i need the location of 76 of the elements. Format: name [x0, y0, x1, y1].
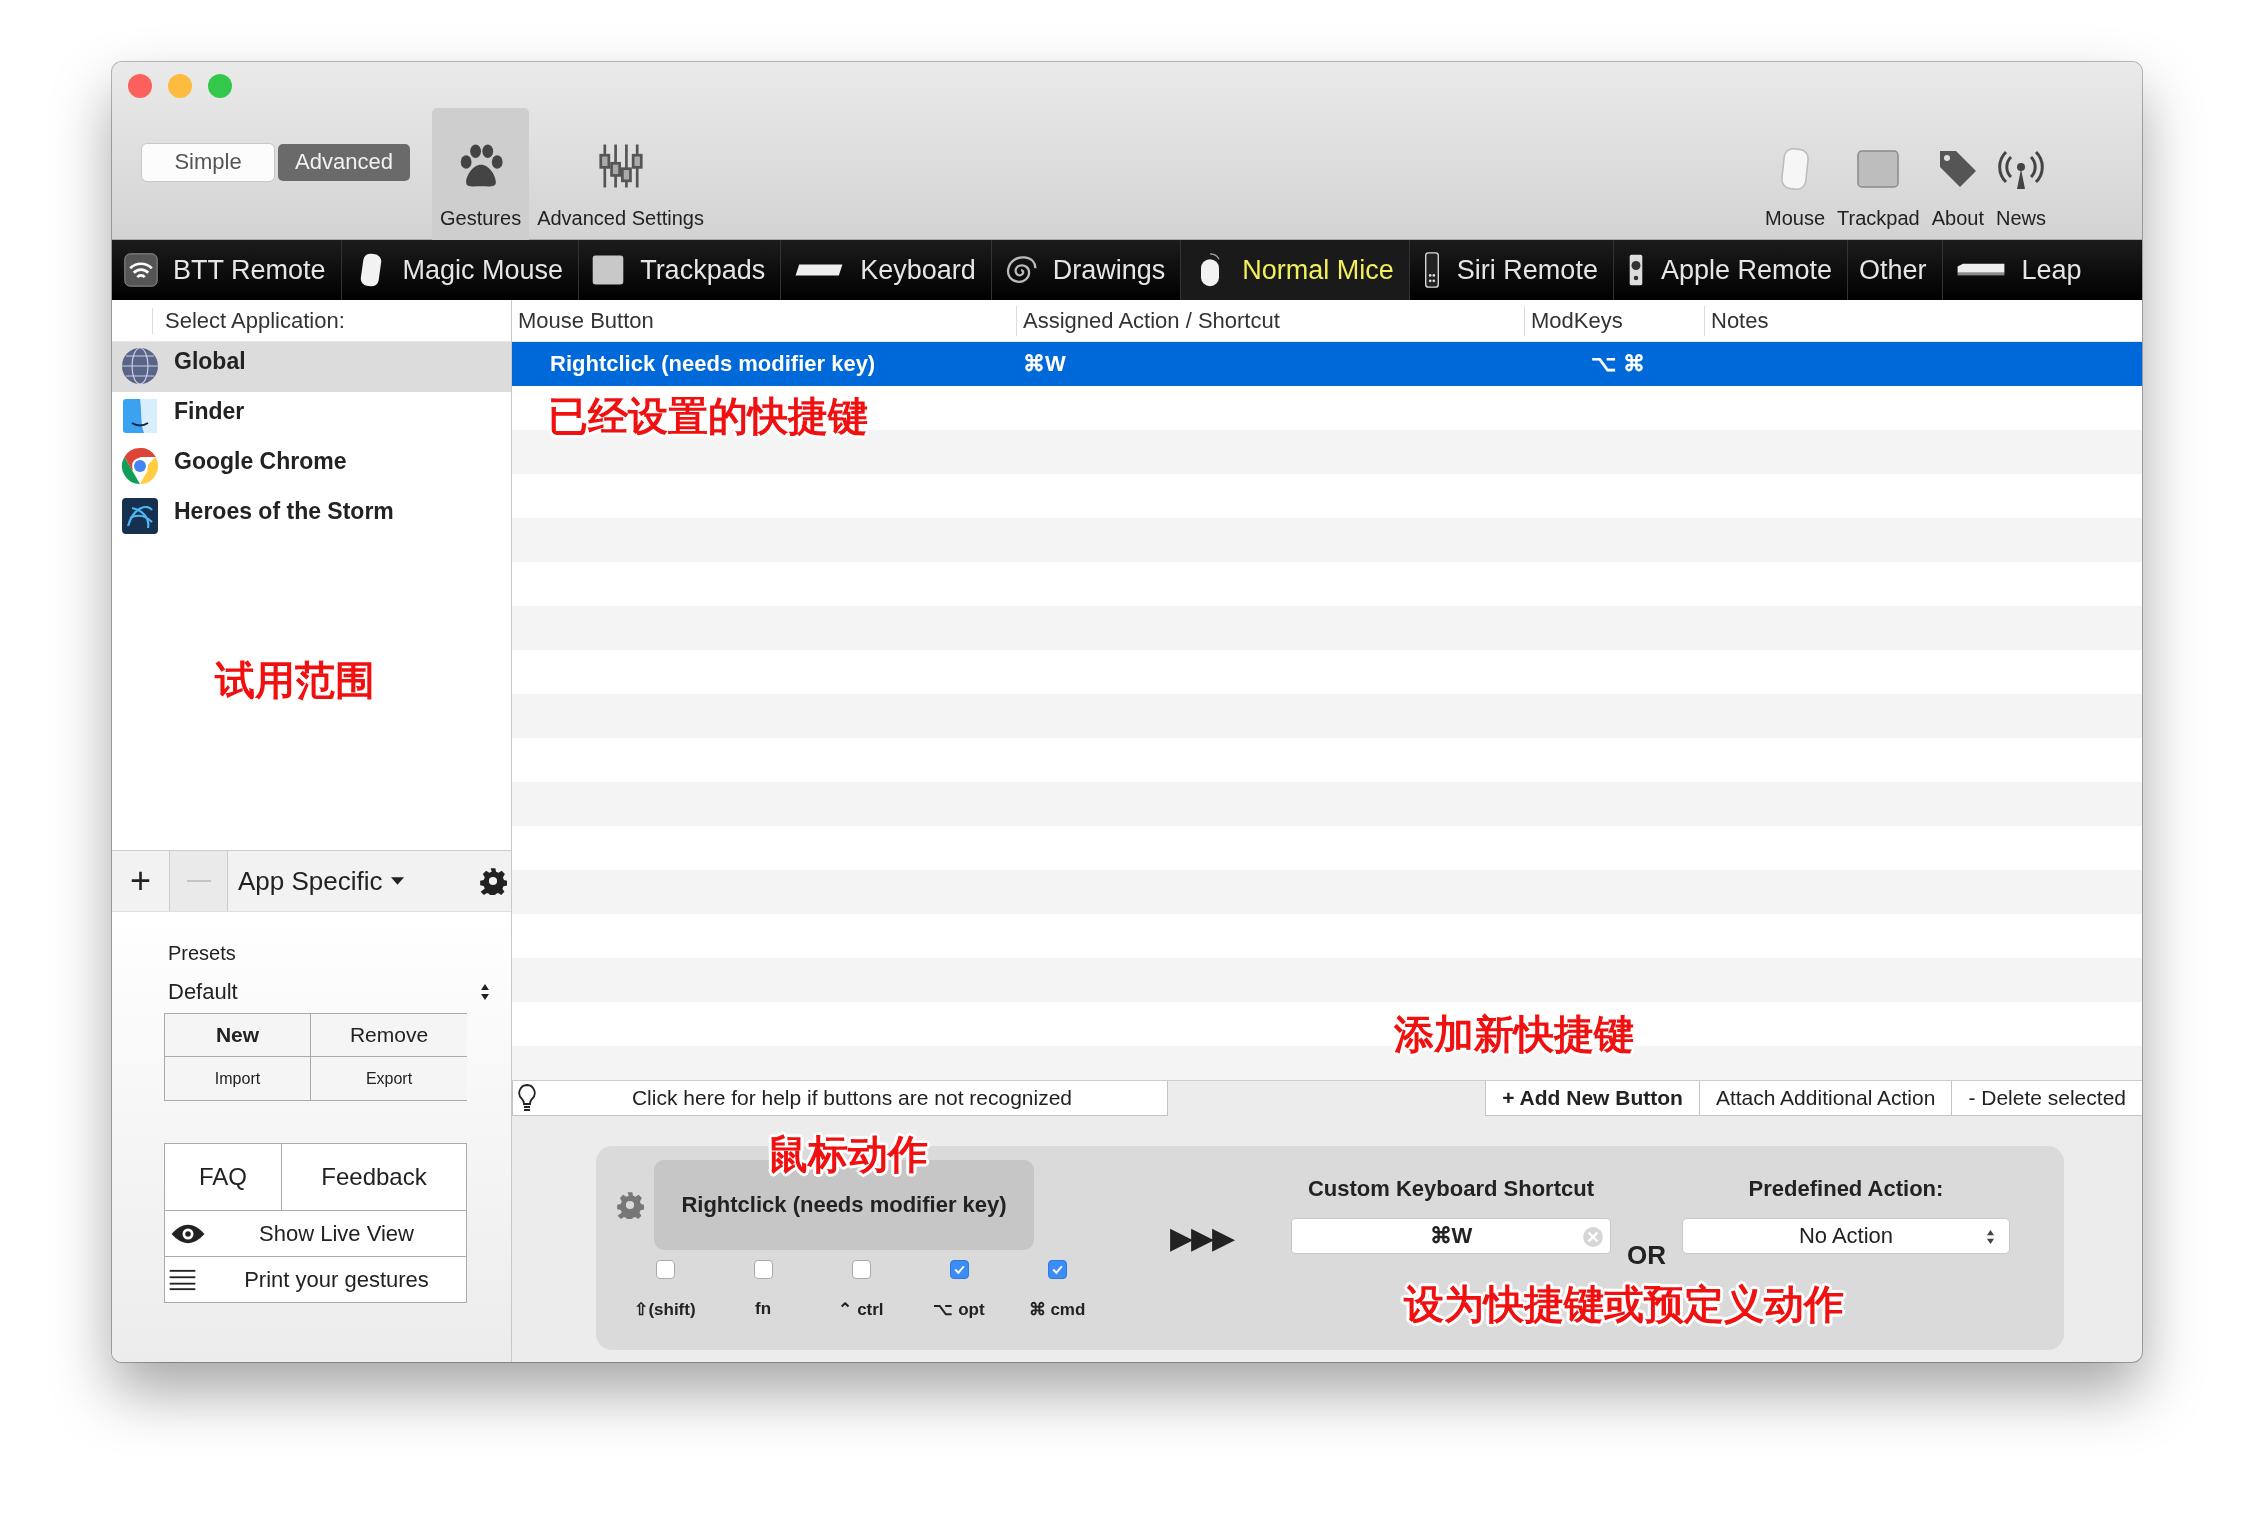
modifier-label: ⌘ cmd — [1028, 1299, 1086, 1320]
annotation-text: 添加新快捷键 — [1394, 1012, 1634, 1056]
preset-button[interactable]: Remove — [311, 1014, 467, 1057]
column-header[interactable]: ModKeys — [1525, 305, 1705, 336]
mouse-toolbar-item[interactable]: Mouse — [1759, 145, 1832, 240]
modifier-label: ⇧(shift) — [634, 1299, 696, 1320]
checkbox[interactable] — [1047, 1260, 1067, 1279]
help-button[interactable]: Click here for help if buttons are not recognized — [512, 1081, 1168, 1116]
gear-icon[interactable] — [479, 867, 507, 895]
mode-toggle[interactable]: Simple — [142, 143, 274, 181]
lightbulb-icon — [517, 1083, 537, 1113]
presets-label: Presets — [168, 942, 237, 965]
device-tab[interactable]: Leap — [1942, 240, 2090, 300]
caret-icon — [390, 876, 404, 886]
annotation-text: 已经设置的快捷键 — [548, 394, 868, 438]
preset-button[interactable]: New — [165, 1014, 311, 1057]
updown-icon — [1986, 1229, 1995, 1245]
clear-icon[interactable] — [1582, 1226, 1604, 1248]
antenna-toolbar-item[interactable]: News — [1990, 145, 2052, 240]
checkbox[interactable] — [949, 1260, 969, 1279]
swirl-icon — [120, 496, 160, 536]
preset-select[interactable]: Default — [164, 975, 494, 1009]
modifier-label: fn — [754, 1299, 771, 1319]
action-select[interactable]: No Action — [1682, 1218, 2010, 1254]
annotation-text: 设为快捷键或预定义动作 — [1404, 1282, 1844, 1326]
window-control-button[interactable] — [168, 74, 192, 98]
settings-tab[interactable]: Advanced Settings — [529, 108, 712, 240]
link-button[interactable]: FAQ — [165, 1144, 282, 1210]
table-row[interactable]: Rightclick (needs modifier key) ⌘W ⌥ ⌘ — [512, 342, 2142, 386]
or-label: OR — [1627, 1240, 1666, 1271]
minus-icon — [185, 879, 212, 883]
app-list-item[interactable]: Heroes of the Storm — [112, 492, 511, 542]
checkbox[interactable] — [655, 1260, 675, 1279]
checkmark-icon — [952, 1263, 966, 1276]
wifi-remote-icon — [123, 252, 159, 288]
shortcut-field[interactable]: ⌘W — [1291, 1218, 1611, 1254]
gestures-tab[interactable]: Gestures — [432, 108, 530, 240]
mode-toggle[interactable]: Advanced — [278, 143, 410, 181]
scope-dropdown[interactable]: App Specific — [228, 851, 479, 911]
trackpad-toolbar-item[interactable]: Trackpad — [1831, 145, 1926, 240]
annotation-text: 试用范围 — [215, 658, 375, 702]
app-list-item[interactable]: Google Chrome — [112, 442, 511, 492]
device-tab[interactable]: Normal Mice — [1181, 240, 1410, 300]
table-cell-text: Rightclick (needs modifier key) — [549, 351, 877, 377]
preset-button[interactable]: Import — [165, 1057, 311, 1100]
globe-icon — [120, 346, 160, 386]
modifier-label: ⌃ ctrl — [838, 1299, 884, 1320]
table-cell-text: ⌥ ⌘ — [1590, 351, 1646, 377]
action-button[interactable]: - Delete selected — [1951, 1081, 2142, 1116]
chrome-icon — [120, 446, 160, 486]
live-view-button[interactable]: Show Live View — [165, 1210, 466, 1256]
tag-toolbar-item[interactable]: About — [1925, 145, 1990, 240]
updown-icon — [480, 983, 490, 1001]
window-control-button[interactable] — [128, 74, 152, 98]
shortcut-title: Custom Keyboard Shortcut — [1308, 1176, 1594, 1202]
table-cell-text: ⌘W — [1022, 351, 1067, 377]
preset-button[interactable]: Export — [311, 1057, 467, 1100]
predefined-title: Predefined Action: — [1748, 1176, 1944, 1202]
checkmark-icon — [1050, 1263, 1064, 1276]
app-list-item[interactable]: Finder — [112, 392, 511, 442]
window-control-button[interactable] — [208, 74, 232, 98]
face-icon — [120, 396, 160, 436]
column-header: Select Application: — [152, 307, 345, 334]
checkbox[interactable] — [851, 1260, 871, 1279]
print-button[interactable]: Print your gestures — [165, 1256, 466, 1302]
action-button[interactable]: Attach Additional Action — [1698, 1081, 1952, 1116]
eye-icon — [169, 1222, 207, 1245]
app-list-item[interactable]: Global — [112, 342, 511, 392]
action-button[interactable]: + Add New Button — [1485, 1081, 1699, 1116]
column-header[interactable]: Assigned Action / Shortcut — [1017, 305, 1525, 336]
checkbox[interactable] — [753, 1260, 773, 1279]
arrows-text: ▶▶▶ — [1170, 1220, 1233, 1255]
column-header[interactable]: Mouse Button — [512, 305, 1017, 336]
link-button[interactable]: Feedback — [282, 1144, 466, 1210]
column-header[interactable]: Notes — [1705, 305, 2142, 336]
modifier-label: ⌥ opt — [933, 1299, 985, 1320]
